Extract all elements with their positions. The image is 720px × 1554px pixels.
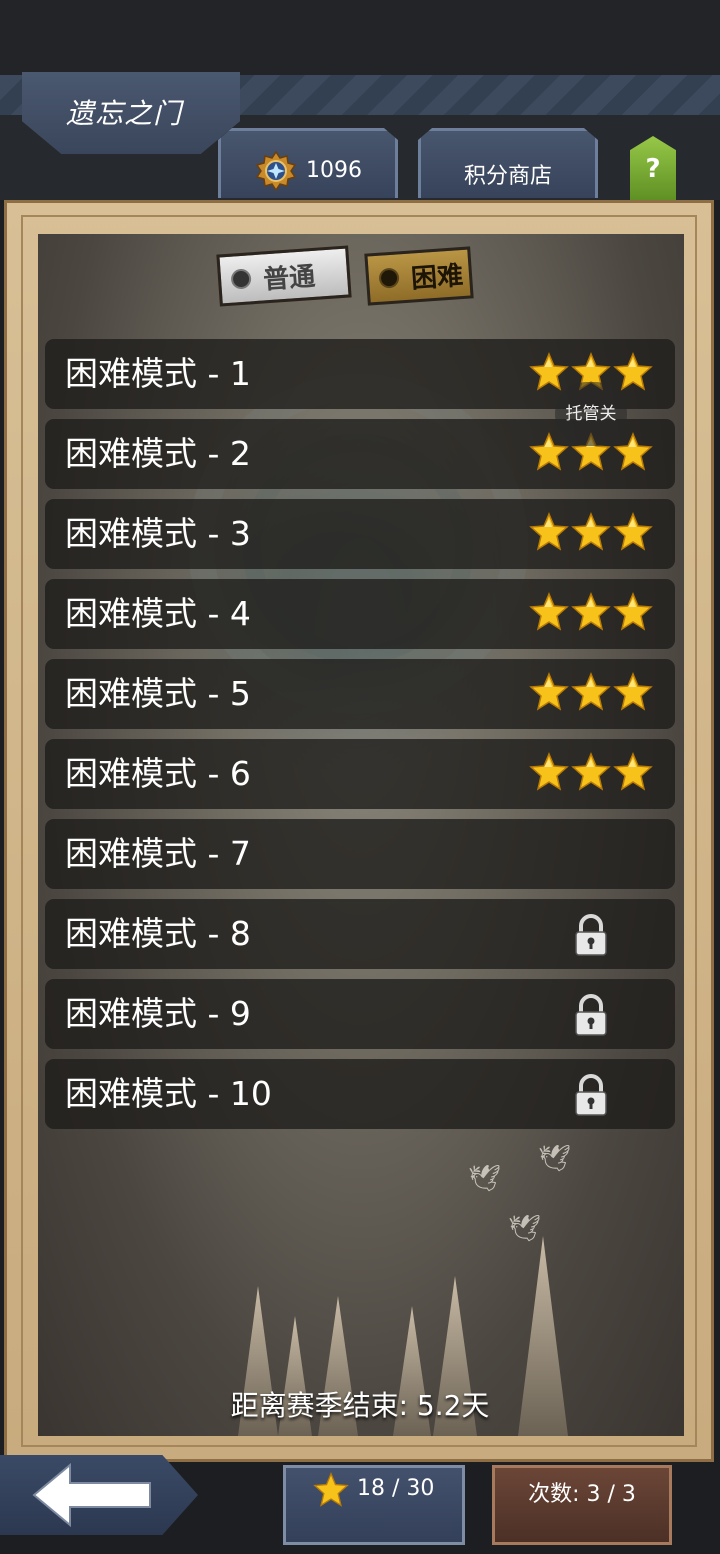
tab-normal[interactable]: 普通 — [216, 245, 352, 307]
level-name: 困难模式 - 6 — [65, 754, 251, 793]
lock-icon — [575, 1074, 607, 1116]
lock-icon — [575, 994, 607, 1036]
level-name: 困难模式 - 1 — [65, 354, 251, 393]
tab-hard[interactable]: 困难 — [364, 246, 474, 306]
star-icon — [613, 512, 653, 551]
season-countdown: 距离赛季结束: 5.2天 — [230, 1389, 490, 1422]
star-icon — [529, 752, 569, 791]
level-stars — [529, 752, 653, 792]
status-bar-area — [0, 0, 720, 75]
star-icon — [529, 432, 569, 471]
star-icon — [613, 672, 653, 711]
level-name: 困难模式 - 5 — [65, 674, 251, 713]
star-icon — [613, 592, 653, 631]
star-progress-value: 18 / 30 — [357, 1476, 435, 1501]
level-row[interactable]: 困难模式 - 6 — [45, 739, 675, 809]
tab-normal-label: 普通 — [262, 261, 317, 295]
level-row[interactable]: 困难模式 - 8 — [45, 899, 675, 969]
star-icon — [313, 1472, 349, 1507]
star-icon — [529, 592, 569, 631]
bird-silhouette: 🕊 — [538, 1144, 572, 1174]
medal-icon — [256, 151, 296, 191]
points-shop-label[interactable]: 积分商店 — [418, 158, 598, 190]
level-name: 困难模式 - 3 — [65, 514, 251, 553]
attempts-value: 次数: 3 / 3 — [528, 1482, 636, 1507]
level-name: 困难模式 - 7 — [65, 834, 251, 873]
auto-battle-button[interactable]: 托管关 — [555, 382, 627, 446]
level-name: 困难模式 - 2 — [65, 434, 251, 473]
lock-icon — [575, 914, 607, 956]
level-name: 困难模式 - 10 — [65, 1074, 272, 1113]
back-arrow-icon — [32, 1462, 151, 1528]
level-row[interactable]: 困难模式 - 5 — [45, 659, 675, 729]
level-row[interactable]: 困难模式 - 3 — [45, 499, 675, 569]
points-value: 1096 — [306, 158, 362, 183]
tab-hard-label: 困难 — [410, 260, 465, 295]
level-name: 困难模式 - 4 — [65, 594, 251, 633]
star-icon — [571, 512, 611, 551]
level-row[interactable]: 困难模式 - 10 — [45, 1059, 675, 1129]
star-icon — [571, 672, 611, 711]
star-icon — [613, 432, 653, 471]
radio-icon — [378, 267, 400, 289]
bird-silhouette: 🕊 — [468, 1164, 502, 1194]
radio-icon — [230, 268, 252, 290]
star-icon — [613, 752, 653, 791]
level-name: 困难模式 - 8 — [65, 914, 251, 953]
level-row[interactable]: 困难模式 - 7 — [45, 819, 675, 889]
star-icon — [571, 752, 611, 791]
back-button[interactable] — [0, 1455, 198, 1535]
page-title: 遗忘之门 — [66, 97, 183, 130]
level-stars — [529, 512, 653, 552]
level-stars — [529, 592, 653, 632]
star-icon — [529, 352, 569, 391]
star-icon — [529, 512, 569, 551]
star-icon — [529, 672, 569, 711]
level-name: 困难模式 - 9 — [65, 994, 251, 1033]
star-icon — [571, 592, 611, 631]
level-stars — [529, 672, 653, 712]
level-row[interactable]: 困难模式 - 9 — [45, 979, 675, 1049]
level-row[interactable]: 困难模式 - 4 — [45, 579, 675, 649]
star-icon — [613, 352, 653, 391]
bird-silhouette: 🕊 — [508, 1214, 542, 1244]
